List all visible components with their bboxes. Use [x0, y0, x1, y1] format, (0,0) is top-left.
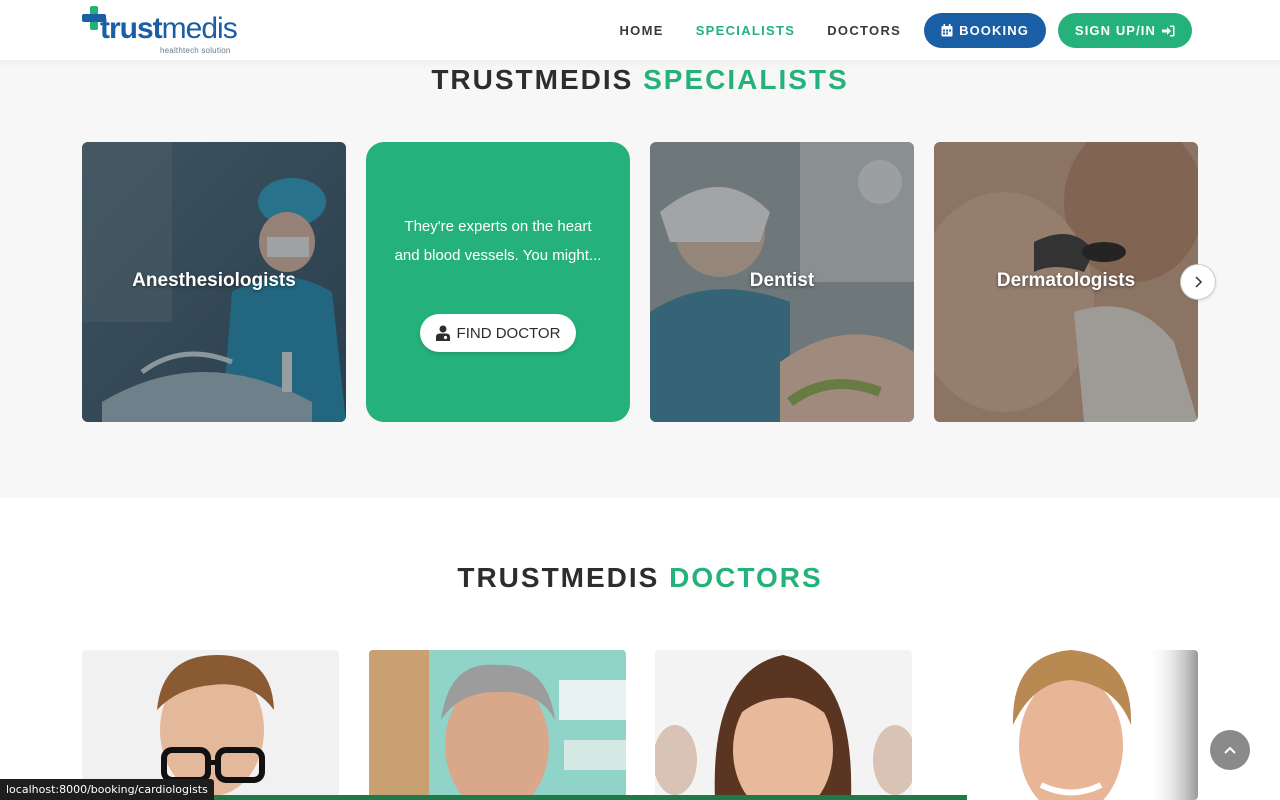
page-progress-strip [208, 795, 967, 800]
specialists-title: TRUSTMEDIS SPECIALISTS [431, 64, 849, 95]
specialist-description: They're experts on the heart and blood v… [394, 218, 602, 264]
doctor-card[interactable] [369, 650, 626, 800]
scroll-to-top-button[interactable] [1210, 730, 1250, 770]
nav-home[interactable]: HOME [619, 23, 663, 38]
specialist-card-anesthesiologists[interactable]: Anesthesiologists [82, 142, 346, 422]
browser-status-url: localhost:8000/booking/cardiologists [0, 779, 214, 800]
chevron-right-icon [1195, 276, 1203, 288]
nav-doctors[interactable]: DOCTORS [827, 23, 901, 38]
carousel-next-button[interactable] [1180, 264, 1216, 300]
specialist-card-dentist[interactable]: Dentist [650, 142, 914, 422]
booking-label: BOOKING [959, 23, 1029, 38]
signin-label: SIGN UP/IN [1074, 23, 1156, 38]
find-doctor-button[interactable]: FIND DOCTOR [420, 314, 576, 352]
doctors-title: TRUSTMEDIS DOCTORS [457, 562, 823, 593]
booking-button[interactable]: BOOKING [924, 13, 1046, 48]
doctor-photo [369, 650, 626, 800]
signin-button[interactable]: SIGN UP/IN [1057, 13, 1192, 48]
doctor-photo [655, 650, 912, 800]
calendar-icon [941, 24, 953, 37]
specialist-label: Anesthesiologists [132, 270, 296, 291]
chevron-up-icon [1224, 746, 1236, 754]
find-doctor-label: FIND DOCTOR [456, 324, 561, 342]
specialist-card-dermatologists[interactable]: Dermatologists [934, 142, 1198, 422]
doctor-icon [435, 325, 450, 341]
doctor-photo [941, 650, 1198, 800]
doctor-card[interactable] [655, 650, 912, 800]
main-nav: HOME SPECIALISTS DOCTORS BOOKING SIGN UP… [587, 13, 1192, 48]
trustmedis-logo[interactable]: trustmedis healthtech solution [82, 4, 242, 56]
doctor-card[interactable] [82, 650, 339, 800]
logo-tagline: healthtech solution [160, 46, 231, 55]
logo-wordmark: trustmedis [100, 12, 238, 45]
nav-specialists[interactable]: SPECIALISTS [696, 23, 796, 38]
specialist-card-cardiologists[interactable]: They're experts on the heart and blood v… [366, 142, 630, 422]
specialist-label: Dermatologists [996, 270, 1136, 291]
doctor-photo [82, 650, 339, 800]
doctor-card[interactable] [941, 650, 1198, 800]
sign-in-icon [1162, 25, 1175, 36]
specialist-label: Dentist [749, 270, 815, 291]
site-header: trustmedis healthtech solution HOME SPEC… [0, 0, 1280, 60]
